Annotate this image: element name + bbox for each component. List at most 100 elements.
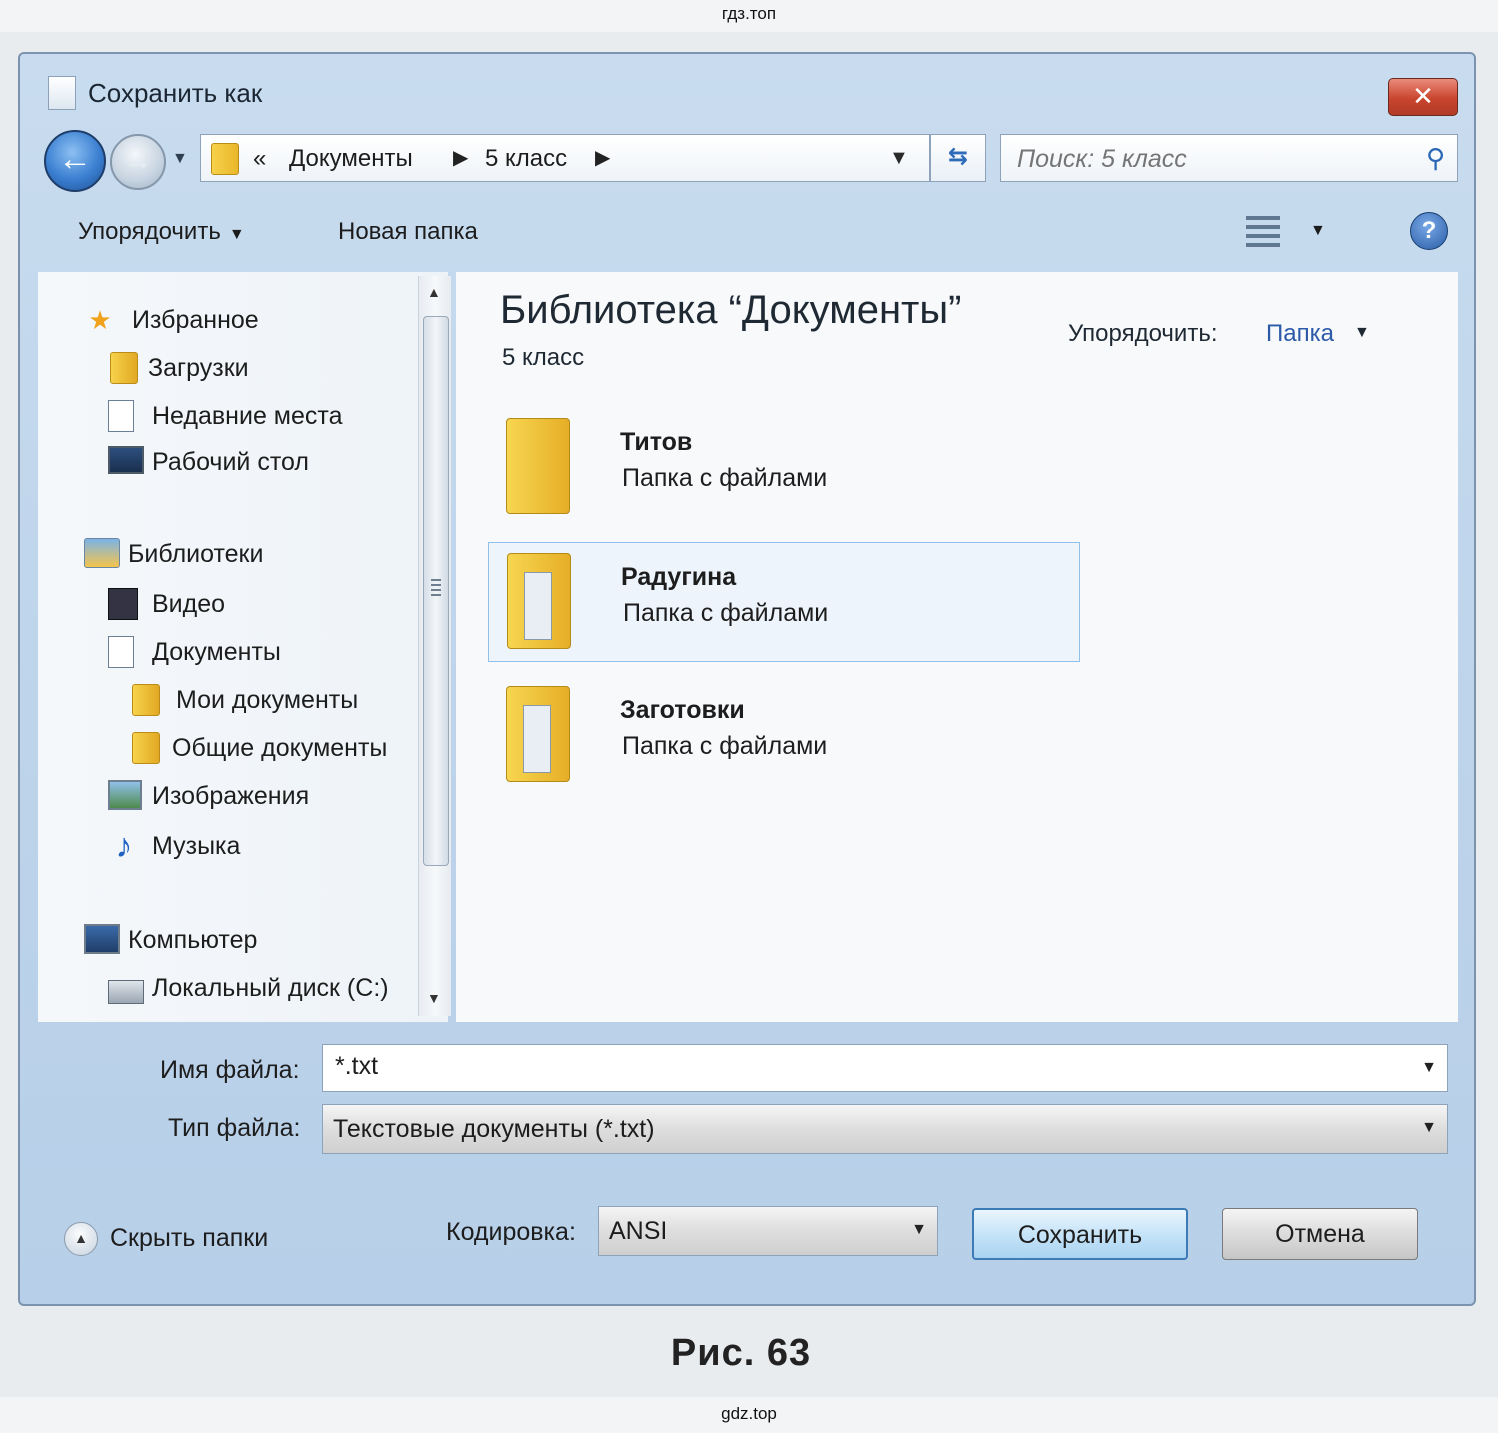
desktop-icon — [108, 446, 144, 474]
search-icon[interactable]: ⚲ — [1426, 143, 1445, 174]
chevron-right-icon[interactable]: ▶ — [595, 145, 610, 170]
hard-drive-icon — [108, 980, 144, 1004]
nav-label: Рабочий стол — [152, 448, 309, 476]
paper-icon — [523, 705, 551, 773]
nav-label: Мои документы — [176, 686, 359, 714]
address-dropdown-icon[interactable]: ▼ — [889, 147, 909, 170]
watermark-bottom: gdz.top — [721, 1404, 777, 1423]
breadcrumb-documents[interactable]: Документы — [289, 145, 413, 173]
item-type: Папка с файлами — [622, 732, 828, 760]
nav-label: Документы — [152, 638, 281, 666]
nav-label: Локальный диск (C:) — [152, 974, 389, 1002]
back-arrow-icon: ← — [58, 140, 92, 178]
address-bar[interactable]: « Документы ▶ 5 класс ▶ ▼ — [200, 134, 930, 182]
search-box[interactable]: ⚲ — [1000, 134, 1458, 182]
chevron-down-icon[interactable]: ▼ — [1421, 1059, 1437, 1077]
documents-icon — [108, 636, 134, 668]
file-list-pane: Библиотека “Документы” 5 класс Упорядочи… — [456, 272, 1458, 1022]
refresh-button[interactable]: ⇆ — [930, 134, 986, 182]
chevron-up-icon[interactable]: ▲ — [64, 1222, 98, 1256]
save-button[interactable]: Сохранить — [972, 1208, 1188, 1260]
close-button[interactable]: ✕ — [1388, 78, 1458, 116]
item-name: Заготовки — [620, 696, 745, 724]
item-type: Папка с файлами — [622, 464, 828, 492]
folder-icon — [507, 553, 571, 649]
filename-label: Имя файла: — [160, 1056, 300, 1084]
chevron-down-icon[interactable]: ▼ — [1421, 1119, 1437, 1137]
folder-icon — [506, 418, 570, 514]
forward-arrow-icon: → — [124, 145, 152, 176]
folder-icon — [132, 732, 160, 764]
chevron-down-icon[interactable]: ▼ — [1354, 324, 1370, 342]
video-icon — [108, 588, 138, 620]
watermark-top: гдз.топ — [721, 4, 777, 23]
scroll-down-icon[interactable]: ▼ — [427, 990, 441, 1006]
filetype-label: Тип файла: — [168, 1114, 301, 1142]
navigation-pane: ★ Избранное Загрузки Недавние места Рабо… — [38, 272, 448, 1022]
toolbar: Упорядочить ▼ Новая папка ▼ ? — [38, 202, 1458, 272]
window-title: Сохранить как — [88, 78, 263, 108]
folder-item[interactable]: Титов Папка с файлами — [488, 408, 1078, 526]
figure-caption: Рис. 63 — [670, 1332, 812, 1374]
breadcrumb-overflow[interactable]: « — [253, 145, 266, 173]
images-icon — [108, 780, 142, 810]
folder-icon — [211, 143, 239, 175]
folder-icon — [132, 684, 160, 716]
encoding-label: Кодировка: — [446, 1218, 576, 1246]
view-dropdown-icon[interactable]: ▼ — [1310, 222, 1326, 240]
encoding-select[interactable]: ANSI ▼ — [598, 1206, 938, 1256]
nav-label: Компьютер — [128, 926, 258, 954]
nav-label: Загрузки — [148, 354, 249, 382]
chevron-down-icon: ▼ — [228, 226, 245, 243]
arrange-by-value[interactable]: Папка — [1266, 320, 1334, 348]
star-icon: ★ — [88, 305, 112, 335]
nav-label: Недавние места — [152, 402, 343, 430]
downloads-folder-icon — [110, 352, 138, 384]
item-name: Радугина — [621, 563, 737, 591]
computer-icon — [84, 924, 120, 954]
forward-button[interactable]: → — [110, 134, 166, 190]
grip-icon — [431, 579, 441, 597]
hide-folders-button[interactable]: Скрыть папки — [110, 1224, 268, 1253]
folder-item[interactable]: Заготовки Папка с файлами — [488, 676, 1078, 794]
library-title: Библиотека “Документы” — [500, 288, 962, 332]
nav-label: Библиотеки — [128, 540, 264, 568]
cancel-button[interactable]: Отмена — [1222, 1208, 1418, 1260]
document-icon — [48, 76, 76, 110]
refresh-icon: ⇆ — [947, 143, 969, 170]
search-input[interactable] — [1015, 141, 1409, 177]
library-subtitle: 5 класс — [502, 344, 585, 371]
chevron-right-icon[interactable]: ▶ — [453, 145, 468, 170]
filetype-select[interactable]: Текстовые документы (*.txt) ▼ — [322, 1104, 1448, 1154]
item-name: Титов — [620, 428, 693, 456]
nav-label: Видео — [152, 590, 226, 618]
chevron-down-icon[interactable]: ▼ — [911, 1221, 927, 1239]
item-type: Папка с файлами — [623, 599, 829, 627]
filename-combobox[interactable]: ▼ — [322, 1044, 1448, 1092]
arrange-label: Упорядочить — [78, 218, 221, 245]
recent-places-icon — [108, 400, 134, 432]
back-button[interactable]: ← — [44, 130, 106, 192]
arrange-menu-button[interactable]: Упорядочить ▼ — [78, 218, 245, 246]
history-dropdown-icon[interactable]: ▼ — [172, 150, 188, 168]
help-icon[interactable]: ? — [1410, 212, 1448, 250]
folder-item[interactable]: Радугина Папка с файлами — [488, 542, 1080, 662]
scrollbar-thumb[interactable] — [423, 316, 449, 866]
nav-label: Изображения — [152, 782, 310, 810]
arrange-by-label: Упорядочить: — [1068, 320, 1218, 347]
scroll-up-icon[interactable]: ▲ — [427, 284, 441, 300]
nav-label: Избранное — [132, 306, 259, 334]
filename-input[interactable] — [333, 1051, 1349, 1082]
navigation-scrollbar[interactable]: ▲ ▼ — [418, 276, 451, 1016]
breadcrumb-5-class[interactable]: 5 класс — [485, 145, 567, 173]
paper-icon — [524, 572, 552, 640]
save-as-dialog: Сохранить как ✕ ← → ▼ « Документы ▶ 5 кл… — [18, 52, 1476, 1306]
encoding-value: ANSI — [609, 1217, 668, 1245]
new-folder-button[interactable]: Новая папка — [338, 218, 478, 246]
libraries-icon — [84, 538, 120, 568]
nav-label: Общие документы — [172, 734, 388, 762]
folder-icon — [506, 686, 570, 782]
music-note-icon: ♪ — [115, 827, 133, 865]
view-options-icon[interactable] — [1246, 216, 1280, 252]
nav-label: Музыка — [152, 832, 241, 860]
